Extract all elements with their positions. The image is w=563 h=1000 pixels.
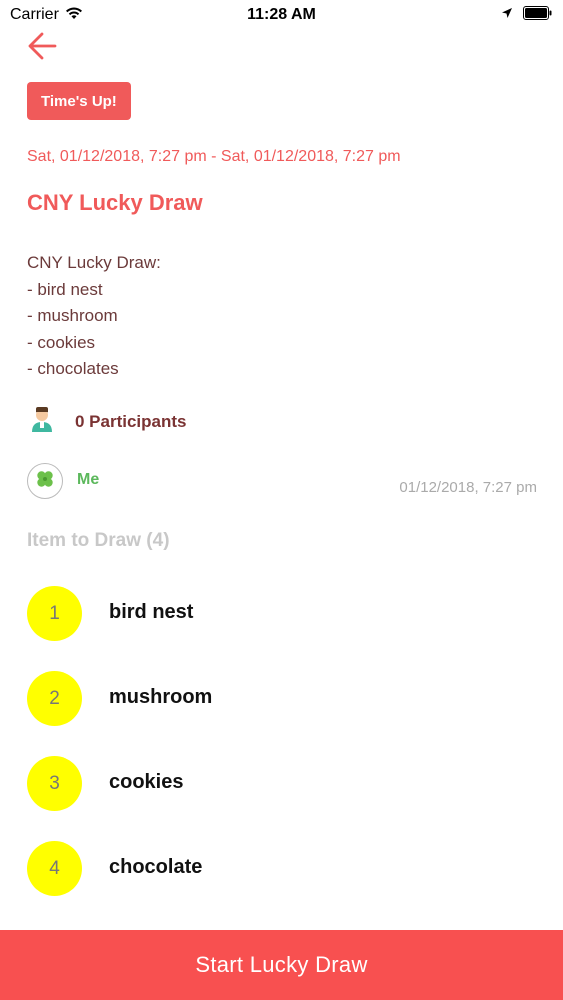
avatar xyxy=(27,463,63,499)
items-section-header: Item to Draw (4) xyxy=(27,530,170,551)
person-icon xyxy=(27,404,57,439)
list-item: 3 cookies xyxy=(27,756,527,812)
wifi-icon xyxy=(65,6,83,25)
list-item: 1 bird nest xyxy=(27,586,527,642)
description-line: CNY Lucky Draw: xyxy=(27,253,161,272)
arrow-left-icon xyxy=(27,32,57,65)
list-item: 2 mushroom xyxy=(27,671,527,727)
event-title: CNY Lucky Draw xyxy=(27,190,203,215)
list-item: 4 chocolate xyxy=(27,841,527,897)
description-line: - chocolates xyxy=(27,359,119,378)
item-number-badge: 3 xyxy=(27,756,82,811)
participant-name: Me xyxy=(77,471,100,488)
status-right xyxy=(501,5,553,25)
event-date-range: Sat, 01/12/2018, 7:27 pm - Sat, 01/12/20… xyxy=(27,148,401,165)
participants-summary[interactable]: 0 Participants xyxy=(27,404,187,439)
status-badge: Time's Up! xyxy=(27,82,131,120)
back-button[interactable] xyxy=(24,30,60,66)
location-arrow-icon xyxy=(501,6,513,24)
carrier-label: Carrier xyxy=(10,6,59,23)
event-description: CNY Lucky Draw: - bird nest - mushroom -… xyxy=(27,250,161,383)
description-line: - mushroom xyxy=(27,306,118,325)
item-number-badge: 4 xyxy=(27,841,82,896)
item-name: chocolate xyxy=(109,856,203,878)
participant-row: Me 01/12/2018, 7:27 pm xyxy=(27,463,537,503)
description-line: - bird nest xyxy=(27,279,103,299)
status-bar: Carrier 11:28 AM xyxy=(0,0,563,30)
item-name: mushroom xyxy=(109,686,213,708)
battery-icon xyxy=(523,5,553,25)
four-leaf-clover-icon xyxy=(34,468,56,495)
item-number-badge: 1 xyxy=(27,586,82,641)
description-line: - cookies xyxy=(27,332,96,352)
item-name: cookies xyxy=(109,771,184,793)
start-lucky-draw-button[interactable]: Start Lucky Draw xyxy=(0,930,563,1000)
participants-count: 0 Participants xyxy=(75,411,187,431)
status-left: Carrier xyxy=(10,6,83,25)
item-name: bird nest xyxy=(109,601,194,623)
item-number-badge: 2 xyxy=(27,671,82,726)
status-time: 11:28 AM xyxy=(247,6,316,23)
participant-joined-time: 01/12/2018, 7:27 pm xyxy=(399,479,537,496)
